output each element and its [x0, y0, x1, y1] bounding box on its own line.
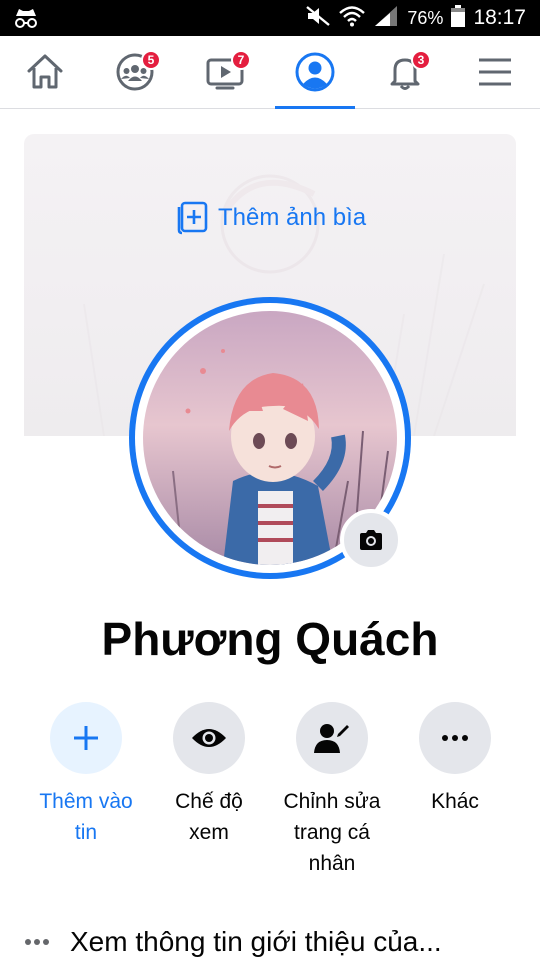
home-icon: [27, 54, 63, 89]
more-button[interactable]: Khác: [395, 702, 515, 817]
view-intro-row[interactable]: Xem thông tin giới thiệu của...: [24, 922, 524, 962]
notifications-badge: 3: [411, 50, 431, 70]
watch-badge: 7: [231, 50, 251, 70]
edit-profile-circle[interactable]: [296, 702, 368, 774]
nav-notifications[interactable]: 3: [365, 36, 445, 108]
edit-profile-icon: [314, 724, 349, 753]
add-cover-label: Thêm ảnh bìa: [218, 204, 367, 231]
more-dots-icon: [25, 939, 49, 945]
view-intro-label: Xem thông tin giới thiệu của...: [70, 926, 442, 957]
add-photo-icon: [177, 201, 208, 235]
mute-icon: [305, 5, 331, 32]
add-cover-photo-button[interactable]: Thêm ảnh bìa: [174, 200, 366, 236]
nav-profile[interactable]: [275, 36, 355, 109]
wifi-icon: [339, 5, 366, 32]
nav-watch[interactable]: 7: [185, 36, 265, 108]
clock: 18:17: [473, 6, 526, 29]
add-story-label: Thêm vào tin: [39, 790, 133, 844]
profile-icon: [295, 52, 335, 92]
status-bar: 76% 18:17: [0, 0, 540, 36]
camera-icon: [360, 530, 382, 550]
profile-name: Phương Quách: [101, 613, 439, 665]
view-as-button[interactable]: Chế độ xem: [149, 702, 269, 848]
add-story-circle[interactable]: [50, 702, 122, 774]
groups-badge: 5: [141, 50, 161, 70]
more-label: Khác: [431, 790, 479, 813]
incognito-icon: [12, 6, 40, 35]
view-as-label: Chế độ xem: [175, 790, 243, 844]
nav-home[interactable]: [5, 36, 85, 108]
signal-icon: [373, 5, 399, 32]
nav-groups[interactable]: 5: [95, 36, 175, 108]
add-story-button[interactable]: Thêm vào tin: [26, 702, 146, 848]
battery-percent: 76%: [407, 7, 444, 28]
nav-menu[interactable]: [455, 36, 535, 108]
plus-icon: [74, 726, 98, 750]
more-dots-icon: [442, 735, 468, 741]
edit-profile-label: Chỉnh sửa trang cá nhân: [283, 790, 381, 875]
battery-icon: [451, 4, 466, 32]
hamburger-menu-icon: [479, 58, 511, 86]
edit-profile-button[interactable]: Chỉnh sửa trang cá nhân: [272, 702, 392, 879]
more-circle[interactable]: [419, 702, 491, 774]
change-avatar-button[interactable]: [340, 509, 402, 571]
eye-icon: [192, 729, 226, 747]
view-as-circle[interactable]: [173, 702, 245, 774]
top-navigation: 5 7 3: [0, 36, 540, 109]
